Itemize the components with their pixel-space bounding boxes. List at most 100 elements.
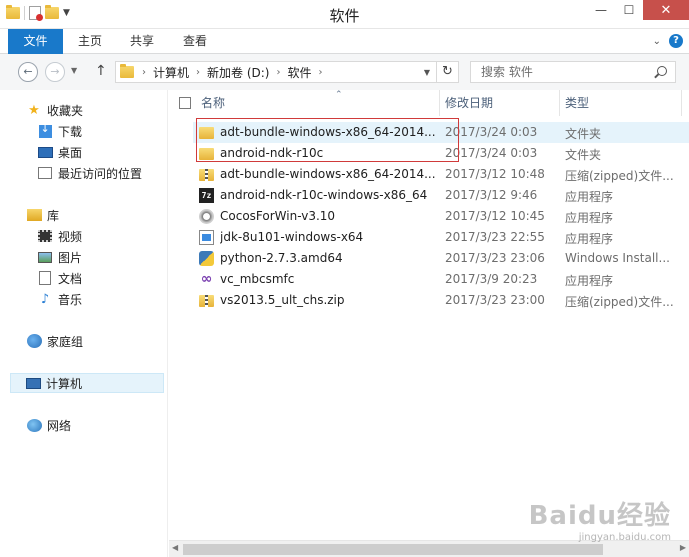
tab-share[interactable]: 共享 [127, 29, 157, 54]
video-icon-wrap [37, 228, 53, 244]
file-type: 应用程序 [565, 274, 614, 288]
sidebar-item-music[interactable]: ♪ 音乐 [37, 289, 82, 309]
scrollbar-thumb[interactable] [183, 544, 603, 555]
download-icon-wrap [37, 122, 53, 139]
tab-view[interactable]: 查看 [180, 29, 210, 54]
sidebar-item-recent[interactable]: 最近访问的位置 [37, 163, 142, 183]
file-date: 2017/3/23 23:00 [445, 293, 545, 307]
help-icon[interactable]: ? [669, 34, 683, 48]
breadcrumb-computer[interactable]: 计算机 [153, 64, 189, 81]
video-icon [38, 230, 52, 242]
sidebar-item-label: 文档 [58, 271, 83, 286]
file-row[interactable]: ∞ vc_mbcsmfc 2017/3/9 20:23 应用程序 [193, 269, 689, 290]
refresh-button[interactable]: ↻ [437, 61, 459, 83]
file-type: 应用程序 [565, 232, 614, 246]
file-row[interactable]: CocosForWin-v3.10 2017/3/12 10:45 应用程序 [193, 206, 689, 227]
address-dropdown-icon[interactable]: ▼ [424, 68, 430, 77]
tab-home[interactable]: 主页 [75, 29, 105, 54]
minimize-button[interactable]: — [587, 0, 615, 20]
sidebar-item-label: 家庭组 [47, 334, 84, 349]
back-button[interactable]: ← [18, 62, 38, 82]
file-date: 2017/3/24 0:03 [445, 125, 538, 139]
file-row[interactable]: adt-bundle-windows-x86_64-2014... 2017/3… [193, 122, 689, 143]
column-header-name[interactable]: ⌃ 名称 [201, 90, 441, 116]
file-date: 2017/3/12 10:48 [445, 167, 545, 181]
network-icon [26, 418, 42, 432]
sidebar-item-homegroup[interactable]: 家庭组 [26, 331, 83, 351]
ribbon-tabs: 文件 主页 共享 查看 ⌄ ? [0, 29, 689, 54]
file-name: android-ndk-r10c-windows-x86_64 [220, 188, 428, 202]
up-button[interactable]: ↑ [95, 63, 107, 79]
sidebar-item-favorites[interactable]: ★ 收藏夹 [26, 100, 83, 120]
file-row[interactable]: vs2013.5_ult_chs.zip 2017/3/23 23:00 压缩(… [193, 290, 689, 311]
homegroup-icon [26, 334, 42, 348]
address-bar[interactable]: › 计算机 › 新加卷 (D:) › 软件 › ▼ [115, 61, 437, 83]
column-divider[interactable] [559, 90, 560, 116]
breadcrumb-drive-d[interactable]: 新加卷 (D:) [207, 64, 269, 81]
file-type: 压缩(zipped)文件... [565, 295, 674, 309]
file-name: CocosForWin-v3.10 [220, 209, 336, 223]
sort-ascending-icon: ⌃ [335, 90, 343, 100]
file-date: 2017/3/23 22:55 [445, 230, 545, 244]
column-header-date[interactable]: 修改日期 [445, 90, 555, 116]
search-input[interactable] [471, 62, 651, 82]
column-divider[interactable] [681, 90, 682, 116]
column-header-type[interactable]: 类型 [565, 90, 675, 116]
file-row[interactable]: python-2.7.3.amd64 2017/3/23 23:06 Windo… [193, 248, 689, 269]
desktop-icon-wrap [37, 144, 53, 160]
file-name: adt-bundle-windows-x86_64-2014... [220, 125, 436, 139]
window-title: 软件 [329, 7, 360, 25]
sidebar-item-label: 音乐 [58, 292, 83, 307]
file-date: 2017/3/23 23:06 [445, 251, 545, 265]
sidebar-item-label: 最近访问的位置 [58, 166, 143, 181]
crumb-separator-icon[interactable]: › [196, 67, 200, 78]
file-date: 2017/3/12 9:46 [445, 188, 538, 202]
sidebar-item-downloads[interactable]: 下载 [37, 121, 82, 141]
folder-icon [199, 127, 214, 139]
sidebar-item-pictures[interactable]: 图片 [37, 247, 82, 267]
document-icon [39, 271, 51, 285]
crumb-separator-icon[interactable]: › [142, 67, 146, 78]
python-icon [199, 251, 214, 266]
title-bar: ▼ 软件 — ☐ ✕ [0, 0, 689, 29]
recent-icon-wrap [37, 165, 53, 181]
file-list: ⌃ 名称 修改日期 类型 adt-bundle-windows-x86_64-2… [169, 90, 689, 540]
search-icon[interactable] [657, 66, 667, 76]
watermark-logo: Baidu经验 [528, 501, 671, 531]
file-type: 应用程序 [565, 211, 614, 225]
recent-locations-icon[interactable]: ▼ [71, 66, 77, 75]
file-type: 压缩(zipped)文件... [565, 169, 674, 183]
file-row[interactable]: 7z android-ndk-r10c-windows-x86_64 2017/… [193, 185, 689, 206]
sidebar-item-desktop[interactable]: 桌面 [37, 142, 82, 162]
sidebar-item-computer[interactable]: 计算机 [10, 373, 164, 393]
file-row[interactable]: android-ndk-r10c 2017/3/24 0:03 文件夹 [193, 143, 689, 164]
forward-button[interactable]: → [45, 62, 65, 82]
search-box[interactable] [470, 61, 676, 83]
breadcrumb-software[interactable]: 软件 [287, 64, 311, 81]
expand-ribbon-icon[interactable]: ⌄ [653, 36, 661, 47]
file-name: jdk-8u101-windows-x64 [220, 230, 364, 244]
crumb-separator-icon[interactable]: › [319, 67, 323, 78]
sidebar-item-label: 下载 [58, 124, 83, 139]
sidebar-item-network[interactable]: 网络 [26, 415, 71, 435]
sidebar-item-videos[interactable]: 视频 [37, 226, 82, 246]
download-icon [38, 122, 52, 138]
file-row[interactable]: jdk-8u101-windows-x64 2017/3/23 22:55 应用… [193, 227, 689, 248]
scroll-left-icon[interactable]: ◀ [172, 543, 178, 552]
crumb-separator-icon[interactable]: › [276, 67, 280, 78]
scroll-right-icon[interactable]: ▶ [680, 543, 686, 552]
tab-file[interactable]: 文件 [8, 29, 63, 54]
7z-icon: 7z [199, 188, 214, 203]
maximize-button[interactable]: ☐ [615, 0, 643, 20]
file-type: 应用程序 [565, 190, 614, 204]
sidebar-item-libraries[interactable]: 库 [26, 205, 59, 225]
column-label: 名称 [201, 96, 226, 110]
address-folder-icon [120, 64, 134, 78]
file-row[interactable]: adt-bundle-windows-x86_64-2014... 2017/3… [193, 164, 689, 185]
exe-icon [199, 230, 214, 245]
column-divider[interactable] [439, 90, 440, 116]
sidebar-item-documents[interactable]: 文档 [37, 268, 82, 288]
select-all-checkbox[interactable] [179, 97, 191, 109]
close-button[interactable]: ✕ [643, 0, 689, 20]
zip-icon [199, 295, 214, 307]
